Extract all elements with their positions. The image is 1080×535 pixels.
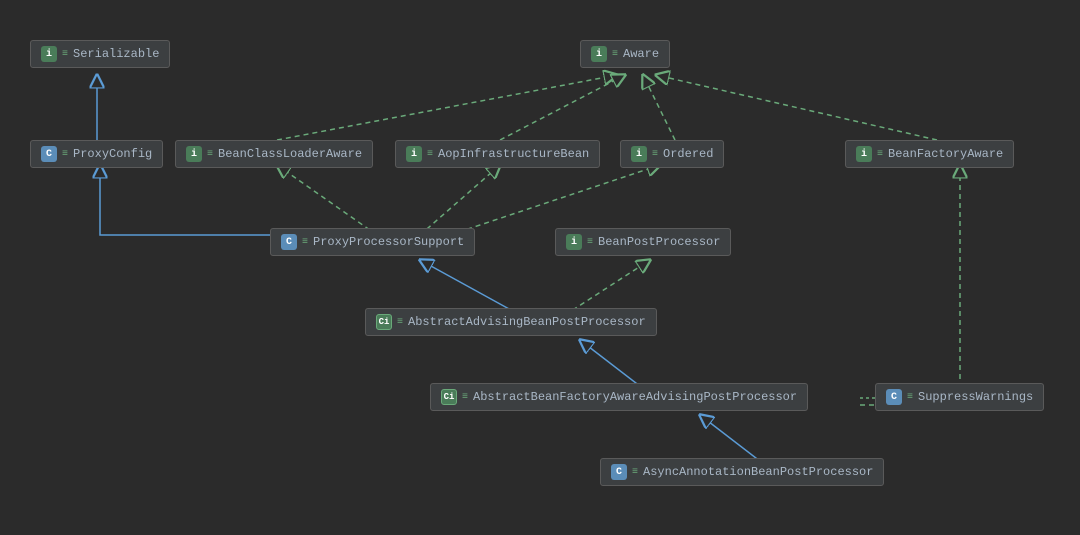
badge-asyncannotationbeanpostprocessor: C: [611, 464, 627, 480]
badge-serializable: i: [41, 46, 57, 62]
label-abstractadvisingbeanpostprocessor: AbstractAdvisingBeanPostProcessor: [408, 315, 646, 329]
node-serializable[interactable]: i ≡ Serializable: [30, 40, 170, 68]
badge-proxyprocessorsupport: C: [281, 234, 297, 250]
node-abstractbeanfactoryawareadvisingpostprocessor[interactable]: Ci ≡ AbstractBeanFactoryAwareAdvisingPos…: [430, 383, 808, 411]
label-abstractbeanfactoryawareadvisingpostprocessor: AbstractBeanFactoryAwareAdvisingPostProc…: [473, 390, 797, 404]
label-proxyconfig: ProxyConfig: [73, 147, 152, 161]
label-beanclassloaderaware: BeanClassLoaderAware: [218, 147, 362, 161]
badge-aware: i: [591, 46, 607, 62]
node-proxyprocessorsupport[interactable]: C ≡ ProxyProcessorSupport: [270, 228, 475, 256]
node-aware[interactable]: i ≡ Aware: [580, 40, 670, 68]
badge-proxyconfig: C: [41, 146, 57, 162]
arrows-svg: [0, 0, 1080, 535]
node-abstractadvisingbeanpostprocessor[interactable]: Ci ≡ AbstractAdvisingBeanPostProcessor: [365, 308, 657, 336]
label-proxyprocessorsupport: ProxyProcessorSupport: [313, 235, 464, 249]
label-aopinfrastructurebean: AopInfrastructureBean: [438, 147, 589, 161]
diagram-container: i ≡ Serializable i ≡ Aware C ≡ ProxyConf…: [0, 0, 1080, 535]
badge-beanfactoryaware: i: [856, 146, 872, 162]
label-ordered: Ordered: [663, 147, 713, 161]
badge-suppresswarnings: C: [886, 389, 902, 405]
label-beanfactoryaware: BeanFactoryAware: [888, 147, 1003, 161]
node-aopinfrastructurebean[interactable]: i ≡ AopInfrastructureBean: [395, 140, 600, 168]
badge-ordered: i: [631, 146, 647, 162]
node-suppresswarnings[interactable]: C ≡ SuppressWarnings: [875, 383, 1044, 411]
label-beanpostprocessor: BeanPostProcessor: [598, 235, 720, 249]
badge-beanpostprocessor: i: [566, 234, 582, 250]
badge-abstractadvisingbeanpostprocessor: Ci: [376, 314, 392, 330]
node-ordered[interactable]: i ≡ Ordered: [620, 140, 724, 168]
node-beanfactoryaware[interactable]: i ≡ BeanFactoryAware: [845, 140, 1014, 168]
badge-abstractbeanfactoryawareadvisingpostprocessor: Ci: [441, 389, 457, 405]
label-asyncannotationbeanpostprocessor: AsyncAnnotationBeanPostProcessor: [643, 465, 873, 479]
badge-beanclassloaderaware: i: [186, 146, 202, 162]
label-serializable: Serializable: [73, 47, 159, 61]
badge-aopinfrastructurebean: i: [406, 146, 422, 162]
node-asyncannotationbeanpostprocessor[interactable]: C ≡ AsyncAnnotationBeanPostProcessor: [600, 458, 884, 486]
node-beanclassloaderaware[interactable]: i ≡ BeanClassLoaderAware: [175, 140, 373, 168]
label-suppresswarnings: SuppressWarnings: [918, 390, 1033, 404]
node-proxyconfig[interactable]: C ≡ ProxyConfig: [30, 140, 163, 168]
label-aware: Aware: [623, 47, 659, 61]
node-beanpostprocessor[interactable]: i ≡ BeanPostProcessor: [555, 228, 731, 256]
